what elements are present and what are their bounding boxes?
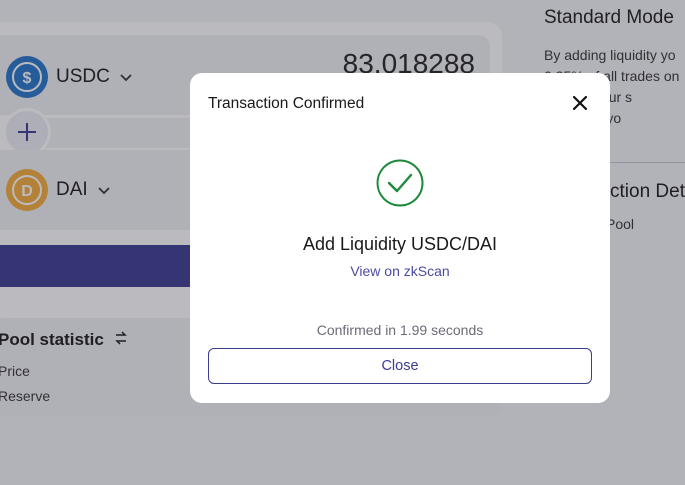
- modal-title: Transaction Confirmed: [208, 95, 365, 112]
- modal-heading: Add Liquidity USDC/DAI: [302, 234, 498, 254]
- close-button[interactable]: Close: [208, 348, 592, 384]
- close-icon[interactable]: [570, 93, 590, 113]
- confirmation-time: Confirmed in 1.99 seconds: [316, 322, 484, 338]
- check-circle-icon: [376, 159, 424, 207]
- transaction-modal: Transaction Confirmed Add Liquidity USDC…: [190, 73, 610, 403]
- view-on-zkscan-link[interactable]: View on zkScan: [190, 263, 610, 279]
